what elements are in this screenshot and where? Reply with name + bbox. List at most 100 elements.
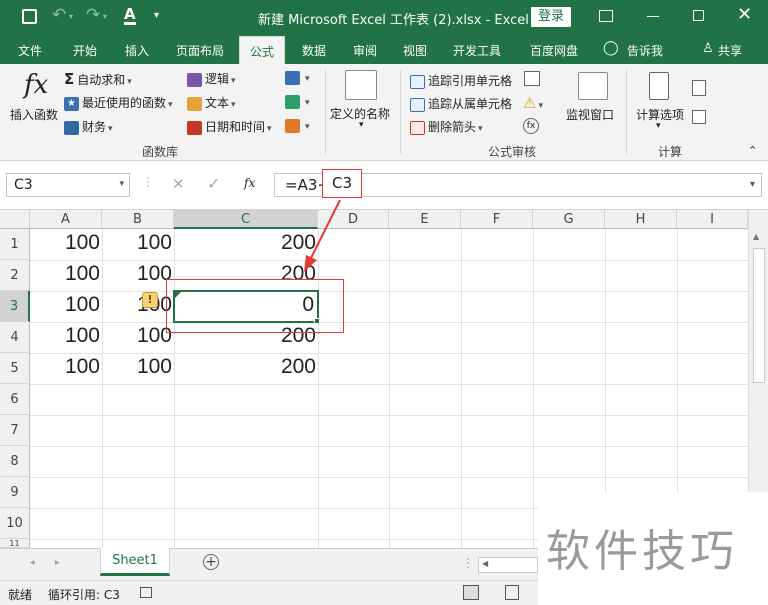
cell-a2[interactable]: 100 [30,262,102,286]
calculator-icon[interactable] [649,72,669,100]
column-header-f[interactable]: F [461,210,533,229]
redo-dropdown-icon[interactable]: ▾ [103,12,107,21]
tab-home[interactable]: 开始 [73,42,97,59]
tab-share[interactable]: 共享 [718,42,742,59]
calc-now-icon[interactable] [692,80,706,96]
row-header-1[interactable]: 1 [0,229,30,260]
insert-function-button[interactable]: 插入函数 [10,106,58,123]
row-header-11[interactable]: 11 [0,539,30,548]
formula-dropdown-icon[interactable]: ▾ [750,179,755,190]
row-header-8[interactable]: 8 [0,446,30,477]
recent-functions-button[interactable]: ★ 最近使用的函数 ▾ [64,94,173,111]
page-layout-view-icon[interactable] [505,585,519,600]
save-icon[interactable] [22,9,37,24]
tab-developer[interactable]: 开发工具 [453,42,501,59]
row-header-10[interactable]: 10 [0,508,30,539]
cell-b5[interactable]: 100 [102,355,174,379]
tab-view[interactable]: 视图 [403,42,427,59]
insert-function-fx-icon[interactable]: fx [244,176,255,190]
tab-tell-me[interactable]: 告诉我 [627,42,663,59]
tab-insert[interactable]: 插入 [125,42,149,59]
row-header-2[interactable]: 2 [0,260,30,291]
trace-dependents-button[interactable]: 追踪从属单元格 [410,95,512,112]
cell-a3[interactable]: 100 [30,293,102,317]
customize-toolbar-icon[interactable]: ▾ [154,10,159,21]
error-warning-icon[interactable]: ! [142,292,158,308]
tab-review[interactable]: 审阅 [353,42,377,59]
column-header-a[interactable]: A [30,210,102,229]
column-header-e[interactable]: E [389,210,461,229]
sheet-scroll-left-icon[interactable]: ◂ [30,558,35,568]
name-box[interactable]: C3 ▾ [6,173,130,197]
row-header-6[interactable]: 6 [0,384,30,415]
text-button[interactable]: 文本 ▾ [187,94,236,111]
trace-precedents-button[interactable]: 追踪引用单元格 [410,72,512,89]
defined-names-dropdown-icon[interactable]: ▾ [359,120,364,130]
share-user-icon: ♙ [702,41,714,56]
math-button[interactable]: ▾ [285,94,310,109]
row-header-4[interactable]: 4 [0,322,30,353]
hscroll-left-icon[interactable]: ◀ [482,559,488,568]
logic-button[interactable]: 逻辑 ▾ [187,70,236,87]
select-all-corner[interactable] [0,210,30,229]
cell-a4[interactable]: 100 [30,324,102,348]
column-header-b[interactable]: B [102,210,174,229]
cell-b2[interactable]: 100 [102,262,174,286]
error-checking-icon[interactable]: ⚠ ▾ [523,94,543,112]
maximize-icon[interactable] [693,10,704,21]
lookup-button[interactable]: ▾ [285,70,310,85]
tab-page-layout[interactable]: 页面布局 [176,42,224,59]
macro-record-icon[interactable] [140,587,152,598]
cell-c5[interactable]: 200 [174,355,318,379]
row-header-7[interactable]: 7 [0,415,30,446]
calc-sheet-icon[interactable] [692,110,706,124]
watch-window-icon[interactable] [578,72,608,100]
column-header-i[interactable]: I [677,210,748,229]
name-box-dropdown-icon[interactable]: ▾ [119,179,124,189]
sheet-scroll-right-icon[interactable]: ▸ [55,558,60,568]
column-header-h[interactable]: H [605,210,677,229]
normal-view-icon[interactable] [463,585,479,600]
finance-button[interactable]: 财务 ▾ [64,118,113,135]
tab-file[interactable]: 文件 [18,42,42,59]
row-header-5[interactable]: 5 [0,353,30,384]
sheet-tab-active[interactable]: Sheet1 [100,548,170,576]
tab-split-icon[interactable]: ⋮ [462,556,474,570]
horizontal-scrollbar[interactable]: ◀ [478,557,538,573]
scroll-up-icon[interactable]: ▲ [753,232,759,241]
tab-data[interactable]: 数据 [302,42,326,59]
cell-b3[interactable]: 100 [102,293,174,317]
cell-b1[interactable]: 100 [102,231,174,255]
remove-arrows-button[interactable]: 删除箭头 ▾ [410,118,483,135]
show-formulas-icon[interactable] [524,71,540,86]
fx-icon[interactable]: fx [24,70,48,100]
cell-b4[interactable]: 100 [102,324,174,348]
undo-dropdown-icon[interactable]: ▾ [69,12,73,21]
tab-formulas[interactable]: 公式 [239,36,286,64]
close-icon[interactable]: ✕ [737,4,752,25]
font-color-icon[interactable]: A [124,6,136,25]
login-button[interactable]: 登录 [531,7,571,27]
more-functions-button[interactable]: ▾ [285,118,310,133]
datetime-button[interactable]: 日期和时间 ▾ [187,118,272,135]
cell-a5[interactable]: 100 [30,355,102,379]
autosum-button[interactable]: Σ 自动求和 ▾ [64,70,132,88]
cell-a1[interactable]: 100 [30,231,102,255]
cancel-icon[interactable]: ✕ [172,175,185,193]
ribbon-display-icon[interactable] [599,10,613,22]
calc-options-dropdown-icon[interactable]: ▾ [656,121,661,131]
evaluate-formula-icon[interactable]: fx [523,118,539,134]
minimize-icon[interactable] [647,16,659,17]
scroll-thumb[interactable] [753,248,765,383]
defined-names-icon[interactable] [345,70,377,100]
watch-window-button[interactable]: 监视窗口 [566,106,614,123]
column-header-g[interactable]: G [533,210,605,229]
row-header-3[interactable]: 3 [0,291,30,322]
enter-icon[interactable]: ✓ [207,174,220,193]
row-header-9[interactable]: 9 [0,477,30,508]
tab-baidu-netdisk[interactable]: 百度网盘 [530,42,578,59]
new-sheet-icon[interactable]: + [203,554,219,570]
collapse-ribbon-icon[interactable]: ⌃ [748,144,757,157]
undo-icon[interactable]: ↶ [52,5,66,25]
redo-icon[interactable]: ↷ [86,5,100,25]
